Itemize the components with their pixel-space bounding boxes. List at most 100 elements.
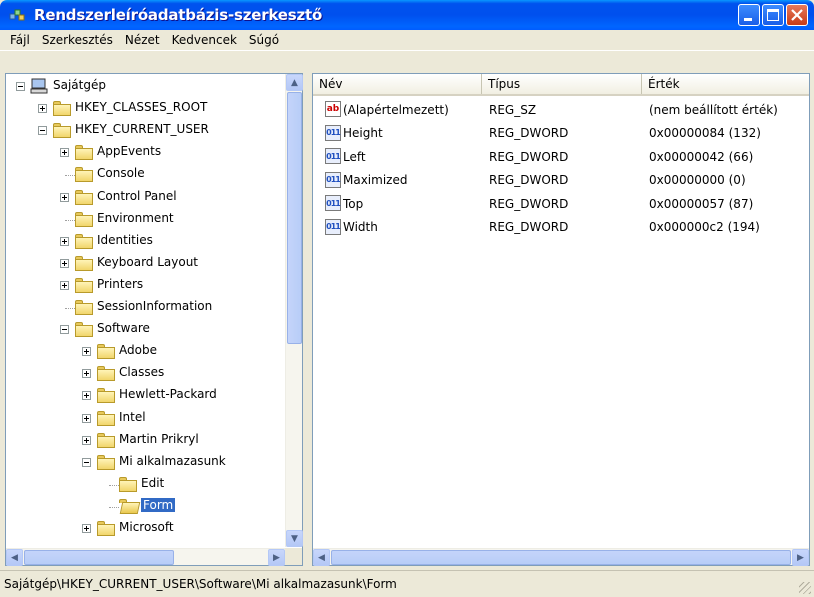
resize-grip[interactable] <box>799 582 811 594</box>
column-header-type[interactable]: Típus <box>482 74 642 94</box>
column-header-name[interactable]: Név <box>313 74 482 94</box>
tree-item[interactable]: Edit <box>6 474 282 496</box>
folder-icon <box>53 123 71 139</box>
scroll-right-button[interactable]: ▶ <box>268 549 285 566</box>
list-scroll-left-button[interactable]: ◀ <box>313 549 330 566</box>
tree-item[interactable]: Environment <box>6 209 282 231</box>
collapse-icon[interactable] <box>16 82 25 91</box>
tree-item[interactable]: Mi alkalmazasunk <box>6 452 282 474</box>
tree-item-label: HKEY_CLASSES_ROOT <box>75 100 208 115</box>
value-data: (nem beállított érték) <box>649 102 778 117</box>
minimize-icon <box>744 18 752 21</box>
expand-icon[interactable] <box>82 347 91 357</box>
value-name: (Alapértelmezett) <box>343 102 449 117</box>
pane-splitter[interactable] <box>303 73 312 566</box>
tree-horizontal-scrollbar[interactable]: ◀ ▶ <box>6 548 285 566</box>
computer-icon <box>30 78 48 97</box>
regedit-app-icon <box>8 6 26 24</box>
tree-item[interactable]: Control Panel <box>6 187 282 209</box>
value-type: REG_DWORD <box>489 126 569 140</box>
tree-item[interactable]: Sajátgép <box>6 76 282 98</box>
menu-item-4[interactable]: Súgó <box>243 33 285 47</box>
list-item[interactable]: 011 Height REG_DWORD 0x00000084 (132) <box>313 122 809 145</box>
registry-tree-panel: Sajátgép HKEY_CLASSES_ROOT HKEY_CURRENT_US… <box>5 73 303 566</box>
tree-item[interactable]: Martin Prikryl <box>6 430 282 452</box>
collapse-icon[interactable] <box>60 325 69 335</box>
column-header-value[interactable]: Érték <box>642 74 809 94</box>
title-bar[interactable]: Rendszerleíróadatbázis-szerkesztő <box>0 0 814 30</box>
tree-item[interactable]: Console <box>6 164 282 186</box>
value-data: 0x00000042 (66) <box>649 149 754 164</box>
tree-item[interactable]: Keyboard Layout <box>6 253 282 275</box>
tree-item[interactable]: AppEvents <box>6 142 282 164</box>
list-header: Név Típus Érték <box>313 74 809 96</box>
tree-item[interactable]: Form <box>6 496 282 518</box>
collapse-icon[interactable] <box>82 457 91 467</box>
binary-value-icon: 011 <box>325 124 341 141</box>
list-item[interactable]: 011 Top REG_DWORD 0x00000057 (87) <box>313 192 809 215</box>
tree-item-label: SessionInformation <box>97 299 213 313</box>
value-data: 0x00000084 (132) <box>649 126 761 140</box>
list-horizontal-scrollbar[interactable]: ◀ ▶ <box>313 548 809 566</box>
value-type: REG_DWORD <box>489 173 569 187</box>
tree-item[interactable]: Classes <box>6 363 282 385</box>
scroll-up-button[interactable]: ▲ <box>286 74 303 91</box>
tree-item[interactable]: HKEY_CLASSES_ROOT <box>6 98 282 120</box>
expand-icon[interactable] <box>82 369 91 379</box>
tree-item-label: Control Panel <box>97 188 177 203</box>
value-data: 0x000000c2 (194) <box>649 220 760 234</box>
expand-icon[interactable] <box>82 524 91 533</box>
folder-icon <box>75 300 93 315</box>
value-name: Top <box>343 196 364 211</box>
tree-item[interactable]: Hewlett-Packard <box>6 385 282 407</box>
scroll-down-button[interactable]: ▼ <box>286 530 303 547</box>
tree-item[interactable]: Printers <box>6 275 282 297</box>
expand-icon[interactable] <box>60 148 69 158</box>
expand-icon[interactable] <box>60 236 69 246</box>
minimize-button[interactable] <box>738 4 760 26</box>
maximize-button[interactable] <box>762 4 784 26</box>
tree-item[interactable]: SessionInformation <box>6 297 282 319</box>
collapse-icon[interactable] <box>38 126 47 136</box>
list-item[interactable]: 011 Maximized REG_DWORD 0x00000000 (0) <box>313 169 809 192</box>
expand-icon[interactable] <box>60 192 69 202</box>
expand-icon[interactable] <box>38 104 47 114</box>
tree-item-label: Intel <box>119 409 146 424</box>
tree-item[interactable]: Microsoft <box>6 518 282 540</box>
menu-item-0[interactable]: Fájl <box>4 33 36 47</box>
tree-item[interactable]: Intel <box>6 408 282 430</box>
expand-icon[interactable] <box>82 435 91 445</box>
expand-icon[interactable] <box>60 258 69 268</box>
menu-item-2[interactable]: Nézet <box>119 33 166 47</box>
tree-hscroll-thumb[interactable] <box>24 550 174 565</box>
expand-icon[interactable] <box>60 280 69 290</box>
list-item[interactable]: 011 Width REG_DWORD 0x000000c2 (194) <box>313 216 809 239</box>
list-hscroll-thumb[interactable] <box>331 550 791 565</box>
folder-icon <box>75 145 93 161</box>
scroll-left-button[interactable]: ◀ <box>6 549 23 566</box>
list-item[interactable]: ab (Alapértelmezett) REG_SZ (nem beállított… <box>313 98 809 121</box>
folder-icon <box>97 344 115 360</box>
window-title: Rendszerleíróadatbázis-szerkesztő <box>34 6 323 24</box>
list-item[interactable]: 011 Left REG_DWORD 0x00000042 (66) <box>313 145 809 168</box>
folder-icon <box>75 167 93 183</box>
tree-scroll-thumb[interactable] <box>287 92 302 344</box>
tree-item[interactable]: Adobe <box>6 341 282 363</box>
tree-item[interactable]: HKEY_CURRENT_USER <box>6 120 282 142</box>
value-name: Maximized <box>343 173 408 187</box>
tree-vertical-scrollbar[interactable]: ▲ ▼ <box>285 74 303 547</box>
tree-item[interactable]: Software <box>6 319 282 341</box>
folder-icon <box>53 101 71 117</box>
close-icon <box>791 9 803 21</box>
expand-icon[interactable] <box>82 391 91 401</box>
close-button[interactable] <box>786 4 808 26</box>
expand-icon[interactable] <box>82 413 91 423</box>
folder-icon <box>75 322 93 338</box>
tree-item[interactable]: Identities <box>6 231 282 253</box>
menu-item-1[interactable]: Szerkesztés <box>36 33 119 47</box>
list-scroll-right-button[interactable]: ▶ <box>792 549 809 566</box>
tree-item-label: Microsoft <box>119 520 174 534</box>
folder-icon <box>119 476 137 492</box>
menu-item-3[interactable]: Kedvencek <box>166 33 243 47</box>
value-data: 0x00000000 (0) <box>649 173 746 187</box>
